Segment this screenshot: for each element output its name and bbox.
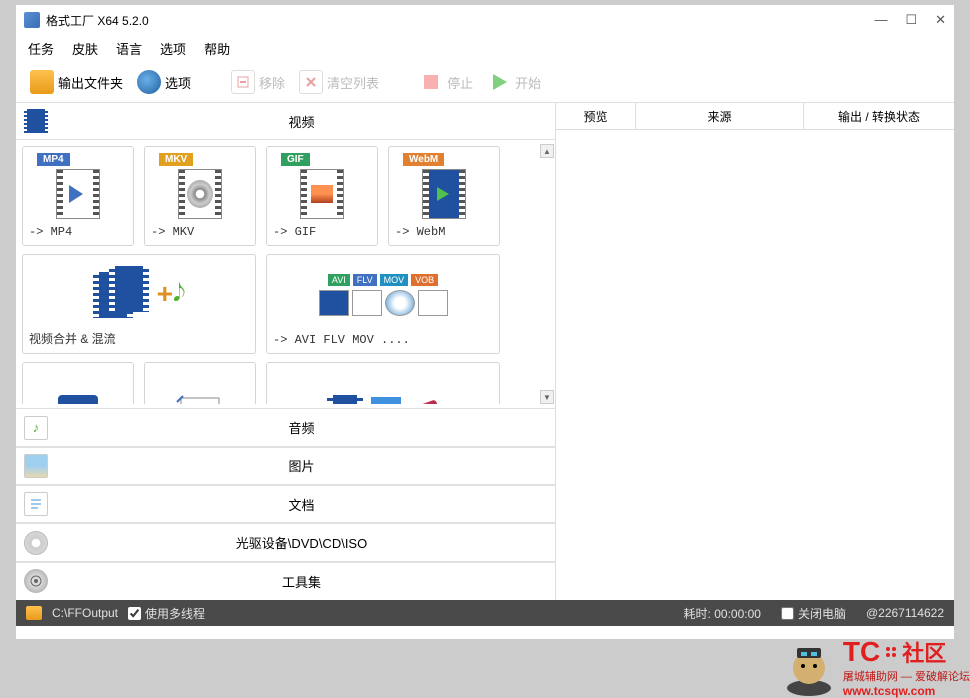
- toolset-icon: [24, 569, 48, 593]
- clear-button[interactable]: 清空列表: [295, 68, 383, 96]
- menu-task[interactable]: 任务: [28, 39, 54, 58]
- toolbar: 输出文件夹 选项 移除 清空列表 停止 开始: [16, 62, 954, 102]
- col-output[interactable]: 输出 / 转换状态: [804, 103, 954, 130]
- menubar: 任务 皮肤 语言 选项 帮助: [16, 35, 954, 62]
- video-section-icon: [24, 109, 48, 133]
- titlebar: 格式工厂 X64 5.2.0 — ☐ ✕: [16, 5, 954, 35]
- clear-icon: [299, 70, 323, 94]
- audio-icon: ♪: [24, 416, 48, 440]
- tile-partial-1[interactable]: [22, 362, 134, 404]
- watermark: TC 社区 屠城辅助网 — 爱破解论坛 www.tcsqw.com: [779, 636, 970, 698]
- app-icon: [24, 12, 40, 28]
- col-source[interactable]: 来源: [636, 103, 804, 130]
- left-panel: 视频 MP4 -> MP4 MKV: [16, 102, 556, 600]
- document-icon: [24, 492, 48, 516]
- disc-icon: [24, 531, 48, 555]
- stop-icon: [419, 70, 443, 94]
- menu-help[interactable]: 帮助: [204, 39, 230, 58]
- remove-button[interactable]: 移除: [227, 68, 289, 96]
- multithread-checkbox[interactable]: [128, 607, 141, 620]
- menu-option[interactable]: 选项: [160, 39, 186, 58]
- section-toolset[interactable]: 工具集: [16, 562, 555, 600]
- section-video[interactable]: 视频: [16, 102, 555, 140]
- film-icon: [300, 169, 344, 219]
- shutdown-toggle[interactable]: 关闭电脑: [781, 605, 846, 622]
- scroll-up[interactable]: ▲: [540, 144, 554, 158]
- picture-icon: [24, 454, 48, 478]
- tile-gif[interactable]: GIF -> GIF: [266, 146, 378, 246]
- window-title: 格式工厂 X64 5.2.0: [46, 12, 874, 29]
- menu-language[interactable]: 语言: [116, 39, 142, 58]
- tile-merge[interactable]: +𝅘𝅥𝅮 视频合并 & 混流: [22, 254, 256, 354]
- film-icon: [178, 169, 222, 219]
- status-folder-icon[interactable]: [26, 606, 42, 620]
- maximize-button[interactable]: ☐: [905, 12, 917, 28]
- section-picture[interactable]: 图片: [16, 447, 555, 485]
- option-icon: [137, 70, 161, 94]
- output-path[interactable]: C:\FFOutput: [52, 606, 118, 620]
- stop-button[interactable]: 停止: [415, 68, 477, 96]
- tile-mp4[interactable]: MP4 -> MP4: [22, 146, 134, 246]
- section-document[interactable]: 文档: [16, 485, 555, 523]
- film-icon: [56, 169, 100, 219]
- elapsed-time: 00:00:00: [714, 607, 761, 621]
- film-icon: [422, 169, 466, 219]
- tile-webm[interactable]: WebM -> WebM: [388, 146, 500, 246]
- section-audio[interactable]: ♪ 音频: [16, 408, 555, 446]
- scroll-down[interactable]: ▼: [540, 390, 554, 404]
- close-button[interactable]: ✕: [935, 12, 946, 28]
- remove-icon: [231, 70, 255, 94]
- tile-partial-2[interactable]: [144, 362, 256, 404]
- tile-multi-format[interactable]: AVI FLV MOV VOB: [266, 254, 500, 354]
- queue-header: 预览 来源 输出 / 转换状态: [556, 102, 954, 130]
- status-qq: @2267114622: [866, 606, 944, 620]
- multithread-toggle[interactable]: 使用多线程: [128, 605, 205, 622]
- col-preview[interactable]: 预览: [556, 103, 636, 130]
- start-button[interactable]: 开始: [483, 68, 545, 96]
- queue-list: [556, 130, 954, 600]
- menu-skin[interactable]: 皮肤: [72, 39, 98, 58]
- tile-partial-3[interactable]: [266, 362, 500, 404]
- right-panel: 预览 来源 输出 / 转换状态: [556, 102, 954, 600]
- output-folder-button[interactable]: 输出文件夹: [26, 68, 127, 96]
- video-tiles: MP4 -> MP4 MKV -> MKV: [16, 140, 555, 408]
- minimize-button[interactable]: —: [874, 12, 887, 28]
- folder-icon: [30, 70, 54, 94]
- shutdown-checkbox[interactable]: [781, 607, 794, 620]
- statusbar: C:\FFOutput 使用多线程 耗时: 00:00:00 关闭电脑 @226…: [16, 600, 954, 626]
- section-rom[interactable]: 光驱设备\DVD\CD\ISO: [16, 523, 555, 561]
- option-button[interactable]: 选项: [133, 68, 195, 96]
- start-icon: [487, 70, 511, 94]
- tile-mkv[interactable]: MKV -> MKV: [144, 146, 256, 246]
